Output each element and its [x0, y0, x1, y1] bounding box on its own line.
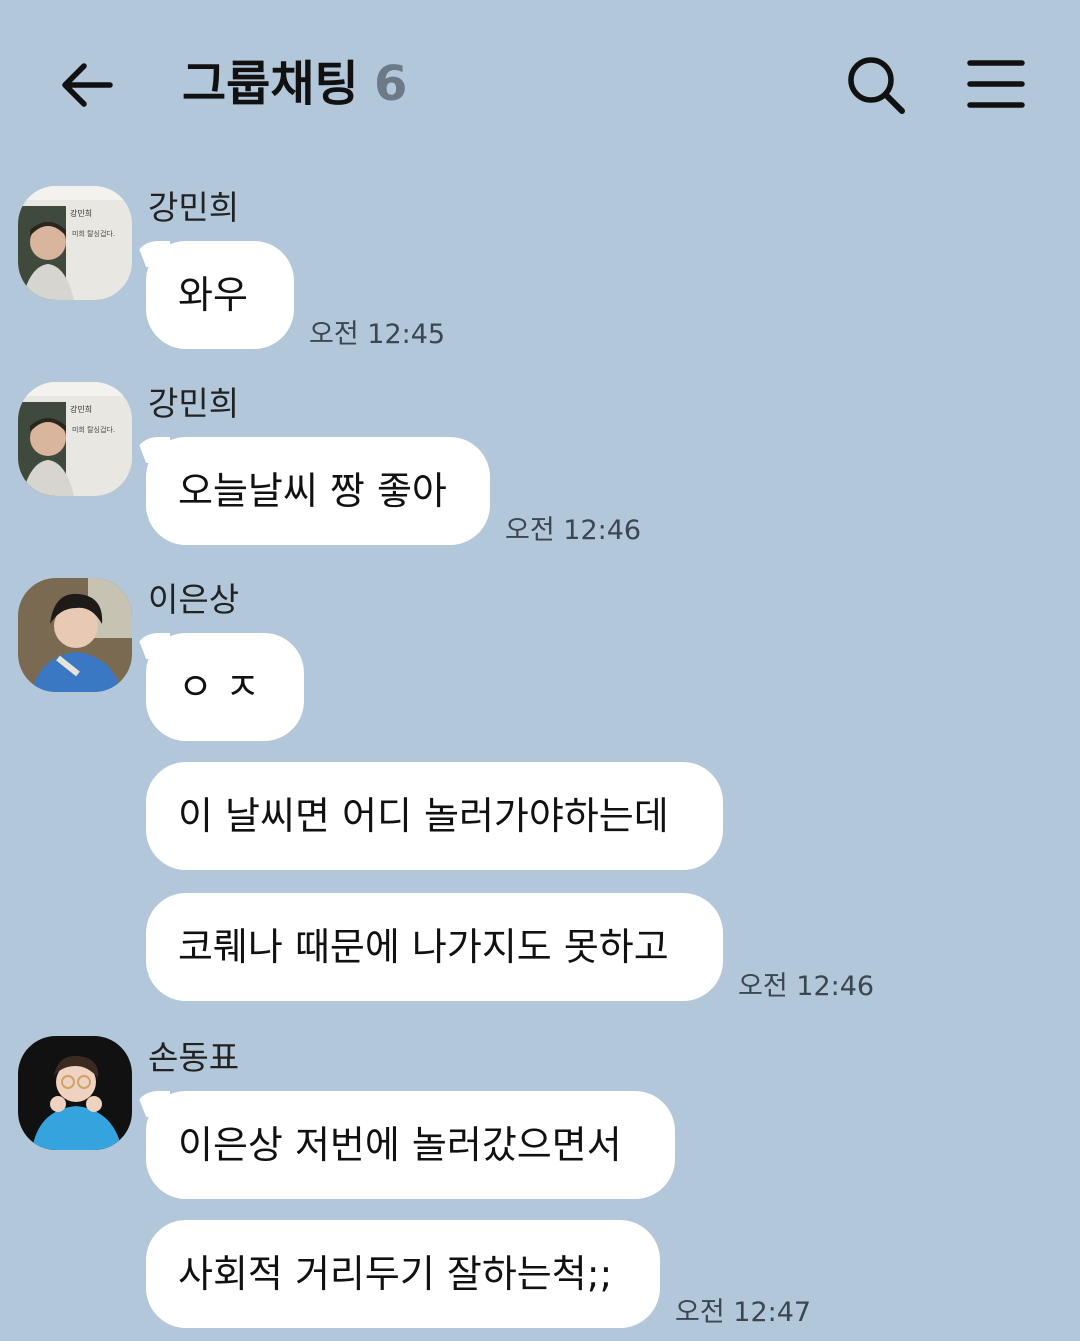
avatar-dongpyo[interactable] [18, 1036, 132, 1150]
message-bubble[interactable]: 코뤠나 때문에 나가지도 못하고 [146, 893, 723, 1001]
avatar-photo [18, 1036, 132, 1150]
menu-button[interactable] [966, 58, 1026, 110]
avatar-minhee[interactable]: 강민희 미희 탈싱겁다. [18, 382, 132, 496]
sender-name: 손동표 [148, 1038, 240, 1077]
avatar-photo: 강민희 미희 탈싱겁다. [18, 382, 132, 496]
sender-name: 강민희 [148, 188, 240, 227]
avatar-minhee[interactable]: 강민희 미희 탈싱겁다. [18, 186, 132, 300]
avatar-photo [18, 578, 132, 692]
search-icon [848, 57, 905, 114]
message-time: 오전 12:47 [675, 1297, 812, 1328]
sender-name: 강민희 [148, 384, 240, 423]
chat-title: 그룹채팅 [182, 56, 359, 112]
message-time: 오전 12:46 [738, 971, 875, 1002]
back-arrow-icon [62, 63, 113, 107]
message-bubble[interactable]: 오늘날씨 짱 좋아 [146, 437, 490, 545]
menu-icon [967, 60, 1025, 108]
message-bubble[interactable]: 이 날씨면 어디 놀러가야하는데 [146, 762, 723, 870]
sender-name: 이은상 [148, 580, 240, 619]
avatar-eunsang[interactable] [18, 578, 132, 692]
avatar-photo: 강민희 미희 탈싱겁다. [18, 186, 132, 300]
back-button[interactable] [56, 54, 118, 116]
search-button[interactable] [845, 54, 907, 116]
chat-header: 그룹채팅 6 [0, 0, 1080, 170]
message-bubble[interactable]: 와우 [146, 241, 294, 349]
message-time: 오전 12:46 [505, 515, 642, 546]
message-bubble[interactable]: 사회적 거리두기 잘하는척;; [146, 1220, 660, 1328]
svg-text:미희 탈싱겁다.: 미희 탈싱겁다. [72, 425, 115, 434]
message-bubble[interactable]: 이은상 저번에 놀러갔으면서 [146, 1091, 675, 1199]
message-time: 오전 12:45 [309, 319, 446, 350]
member-count: 6 [374, 56, 408, 112]
svg-text:강민희: 강민희 [70, 404, 92, 414]
message-bubble[interactable]: ㅇ ㅈ [146, 633, 304, 741]
svg-text:미희 탈싱겁다.: 미희 탈싱겁다. [72, 229, 115, 238]
svg-text:강민희: 강민희 [70, 208, 92, 218]
